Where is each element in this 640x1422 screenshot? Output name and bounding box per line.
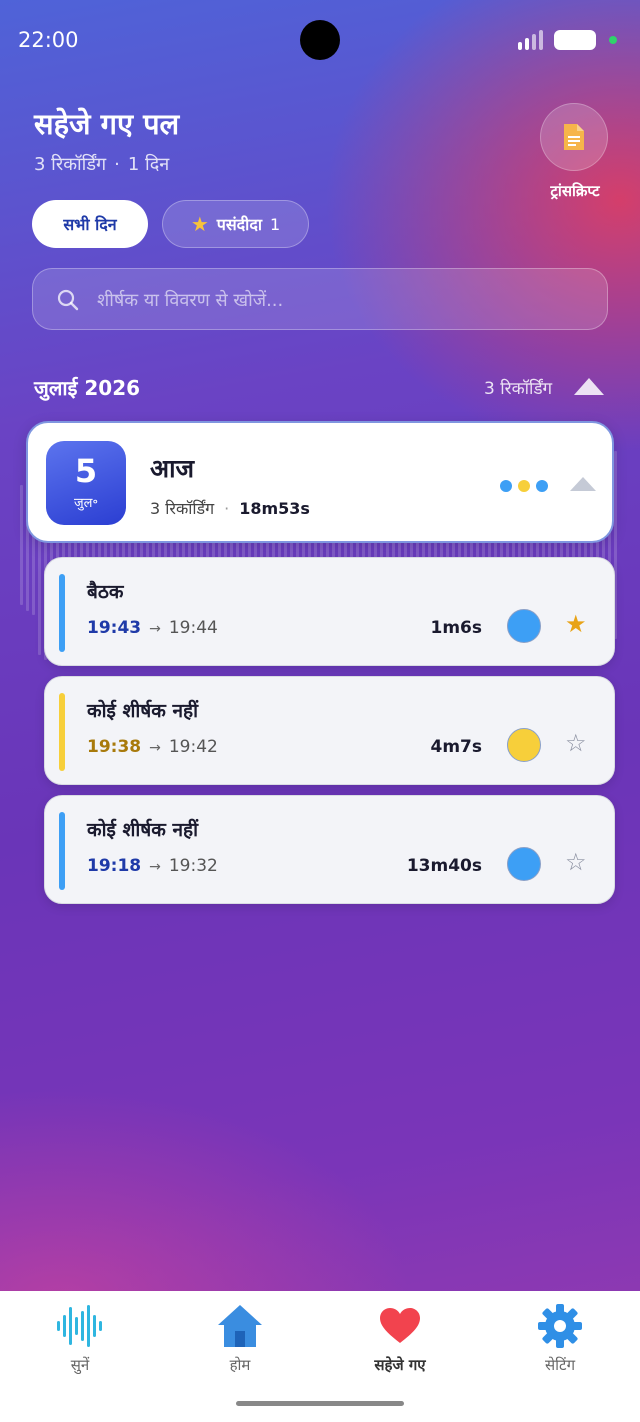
color-dots — [500, 477, 554, 492]
recording-card[interactable]: बैठक 19:43 → 19:44 1m6s ★ — [44, 557, 615, 666]
battery-icon — [554, 30, 596, 50]
date-day-number: 5 — [74, 452, 98, 490]
day-collapse-chevron-icon[interactable] — [570, 477, 596, 491]
recording-color-bar — [59, 574, 65, 652]
total-recordings: 3 रिकॉर्डिंग — [34, 154, 107, 175]
heart-icon — [380, 1308, 420, 1343]
date-badge: 5 जुल॰ — [46, 441, 126, 525]
home-icon — [218, 1305, 262, 1347]
filter-all-days[interactable]: सभी दिन — [32, 200, 148, 248]
nav-listen[interactable]: सुनें — [20, 1301, 140, 1375]
filter-favorites[interactable]: ★ पसंदीदा 1 — [162, 200, 309, 248]
favorite-star-icon[interactable]: ☆ — [565, 850, 587, 874]
transcript-label[interactable]: ट्रांसक्रिप्ट — [520, 181, 630, 201]
search-bar[interactable] — [32, 268, 608, 330]
camera-cutout — [300, 20, 340, 60]
recording-card[interactable]: कोई शीर्षक नहीं 19:18 → 19:32 13m40s ☆ — [44, 795, 615, 904]
recording-title: बैठक — [87, 581, 124, 603]
nav-home[interactable]: होम — [180, 1301, 300, 1375]
recording-end-time: 19:42 — [168, 737, 218, 757]
recording-card[interactable]: कोई शीर्षक नहीं 19:38 → 19:42 4m7s ☆ — [44, 676, 615, 785]
recording-duration: 4m7s — [430, 737, 483, 757]
recording-time-range: 19:38 → 19:42 — [87, 737, 218, 757]
nav-home-label: होम — [229, 1356, 251, 1374]
waveform-icon — [57, 1305, 102, 1347]
nav-saved[interactable]: सहेजे गए — [340, 1301, 460, 1375]
favorites-label: पसंदीदा — [216, 215, 262, 234]
day-recording-count: 3 रिकॉर्डिंग — [150, 499, 215, 518]
recording-duration: 1m6s — [430, 618, 483, 638]
day-title: आज — [150, 454, 195, 483]
arrow-right-icon: → — [149, 621, 161, 637]
nav-settings[interactable]: सेटिंग — [500, 1301, 620, 1375]
nav-listen-label: सुनें — [70, 1356, 90, 1374]
day-group-card[interactable]: 5 जुल॰ आज 3 रिकॉर्डिंग · 18m53s — [26, 421, 614, 543]
month-collapse-chevron-icon[interactable] — [574, 378, 604, 395]
page-subtitle: 3 रिकॉर्डिंग · 1 दिन — [34, 154, 170, 175]
recording-end-time: 19:32 — [168, 856, 218, 876]
nav-settings-label: सेटिंग — [544, 1356, 576, 1374]
home-indicator — [236, 1401, 404, 1406]
recording-color-bar — [59, 812, 65, 890]
favorites-count: 1 — [269, 214, 281, 234]
transcript-button[interactable] — [540, 103, 608, 171]
search-icon — [57, 289, 79, 311]
color-dot — [500, 480, 512, 492]
favorite-star-icon[interactable]: ☆ — [565, 731, 587, 755]
day-total-duration: 18m53s — [239, 499, 310, 518]
date-month: जुल॰ — [74, 496, 98, 511]
recording-start-time: 19:18 — [87, 856, 142, 876]
month-recording-count: 3 रिकॉर्डिंग — [484, 379, 553, 399]
document-icon — [564, 124, 584, 150]
page-title: सहेजे गए पल — [34, 107, 180, 141]
signal-icon — [518, 30, 546, 50]
arrow-right-icon: → — [149, 859, 161, 875]
recording-end-time: 19:44 — [168, 618, 218, 638]
recording-time-range: 19:18 → 19:32 — [87, 856, 218, 876]
status-bar: 22:00 — [0, 0, 640, 80]
color-picker-button[interactable] — [507, 609, 541, 643]
recording-color-bar — [59, 693, 65, 771]
color-picker-button[interactable] — [507, 847, 541, 881]
color-dot — [536, 480, 548, 492]
color-picker-button[interactable] — [507, 728, 541, 762]
nav-saved-label: सहेजे गए — [374, 1356, 426, 1374]
star-icon: ★ — [190, 212, 209, 236]
total-days: 1 दिन — [127, 154, 170, 175]
waveform-bar — [20, 485, 23, 605]
gear-icon — [538, 1304, 582, 1348]
recording-time-range: 19:43 → 19:44 — [87, 618, 218, 638]
recording-title: कोई शीर्षक नहीं — [87, 700, 199, 722]
arrow-right-icon: → — [149, 740, 161, 756]
privacy-indicator-icon — [609, 36, 617, 44]
recording-title: कोई शीर्षक नहीं — [87, 819, 199, 841]
search-input[interactable] — [97, 283, 587, 317]
day-summary: 3 रिकॉर्डिंग · 18m53s — [150, 499, 310, 518]
status-time: 22:00 — [18, 28, 79, 52]
recording-duration: 13m40s — [406, 856, 482, 876]
recording-start-time: 19:38 — [87, 737, 142, 757]
color-dot — [518, 480, 530, 492]
recording-start-time: 19:43 — [87, 618, 142, 638]
favorite-star-icon[interactable]: ★ — [565, 612, 587, 636]
month-label: जुलाई 2026 — [34, 376, 141, 400]
